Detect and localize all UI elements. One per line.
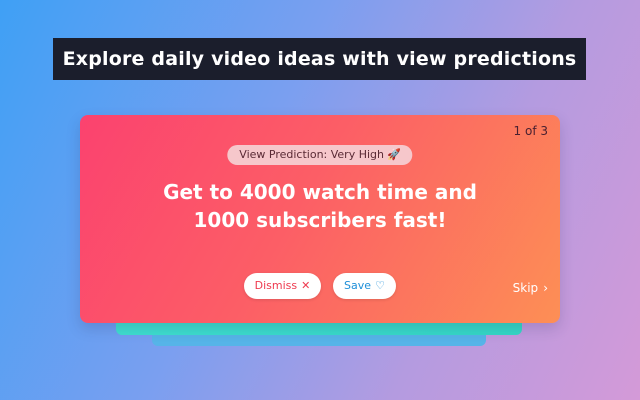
skip-button-label: Skip (512, 281, 539, 295)
save-button[interactable]: Save ♡ (333, 273, 396, 299)
dismiss-button[interactable]: Dismiss ✕ (244, 273, 321, 299)
rocket-icon: 🚀 (387, 148, 401, 161)
save-button-label: Save (344, 279, 372, 292)
card-counter: 1 of 3 (513, 124, 548, 138)
idea-headline-line-2: 1000 subscribers fast! (193, 208, 447, 232)
view-prediction-badge: View Prediction: Very High 🚀 (227, 145, 413, 165)
skip-button[interactable]: Skip › (513, 281, 548, 295)
view-prediction-label: View Prediction: Very High (239, 148, 384, 161)
chevron-right-icon: › (543, 281, 548, 295)
close-icon: ✕ (301, 279, 311, 292)
dismiss-button-label: Dismiss (254, 279, 298, 292)
heart-icon: ♡ (375, 279, 385, 292)
idea-headline: Get to 4000 watch time and 1000 subscrib… (80, 178, 560, 234)
promo-banner-title: Explore daily video ideas with view pred… (53, 38, 586, 80)
idea-card: 1 of 3 View Prediction: Very High 🚀 Get t… (80, 115, 560, 323)
idea-headline-line-1: Get to 4000 watch time and (163, 180, 477, 204)
